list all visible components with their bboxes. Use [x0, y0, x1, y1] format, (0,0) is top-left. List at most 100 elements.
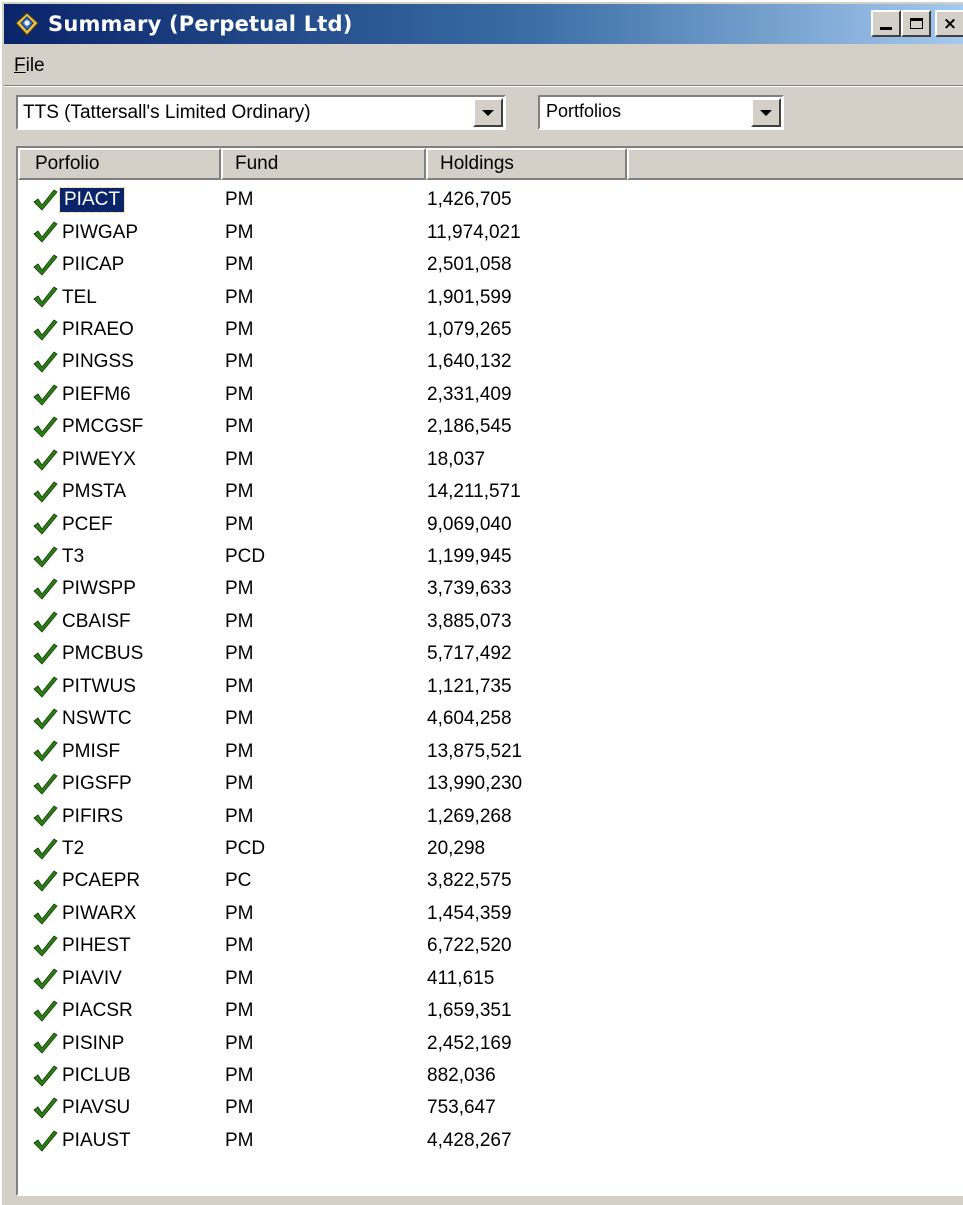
- list-item[interactable]: NSWTC PM 4,604,258: [18, 703, 963, 735]
- portfolio-cell: PCAEPR: [62, 870, 141, 892]
- list-item[interactable]: PICLUB PM 882,036: [18, 1060, 963, 1092]
- portfolio-list[interactable]: Porfolio Fund Holdings PIACT PM 1,426,705 P…: [16, 146, 963, 1196]
- holdings-cell: 2,452,169: [427, 1032, 512, 1054]
- portfolio-cell: PIEFM6: [62, 383, 131, 405]
- holdings-cell: 4,604,258: [427, 708, 512, 730]
- list-item[interactable]: PCAEPR PC 3,822,575: [18, 865, 963, 897]
- fund-cell: PCD: [225, 837, 266, 859]
- menu-file[interactable]: File: [14, 55, 45, 77]
- checkmark-icon: [33, 319, 58, 341]
- holdings-cell: 1,199,945: [427, 546, 512, 568]
- security-select[interactable]: TTS (Tattersall's Limited Ordinary): [16, 95, 506, 130]
- portfolio-cell: PICLUB: [62, 1065, 131, 1087]
- portfolio-cell: PMCGSF: [62, 416, 144, 438]
- minimize-icon: [880, 27, 892, 30]
- checkmark-icon: [33, 416, 58, 438]
- list-item[interactable]: T2 PCD 20,298: [18, 833, 963, 865]
- list-item[interactable]: PIWEYX PM 18,037: [18, 444, 963, 476]
- list-item[interactable]: PIACSR PM 1,659,351: [18, 995, 963, 1027]
- list-item[interactable]: PIAVIV PM 411,615: [18, 963, 963, 995]
- portfolio-cell: CBAISF: [62, 610, 131, 632]
- list-item[interactable]: CBAISF PM 3,885,073: [18, 606, 963, 638]
- close-icon: ×: [942, 13, 958, 34]
- list-item[interactable]: PIAVSU PM 753,647: [18, 1092, 963, 1124]
- list-item[interactable]: PIICAP PM 2,501,058: [18, 249, 963, 281]
- portfolio-cell: PIAUST: [62, 1129, 131, 1151]
- list-item[interactable]: PIAUST PM 4,428,267: [18, 1125, 963, 1157]
- view-select-dropdown-button[interactable]: [751, 98, 781, 127]
- menu-bar: File: [4, 48, 963, 84]
- checkmark-icon: [33, 578, 58, 600]
- list-item[interactable]: TEL PM 1,901,599: [18, 281, 963, 313]
- list-item[interactable]: PMSTA PM 14,211,571: [18, 476, 963, 508]
- holdings-cell: 14,211,571: [427, 481, 521, 503]
- list-item[interactable]: PIACT PM 1,426,705: [18, 184, 963, 216]
- fund-cell: PM: [225, 1129, 254, 1151]
- portfolio-cell: PIWEYX: [62, 448, 136, 470]
- menu-file-accelerator: F: [14, 55, 26, 76]
- list-item[interactable]: PIWGAP PM 11,974,021: [18, 216, 963, 248]
- list-item[interactable]: PCEF PM 9,069,040: [18, 508, 963, 540]
- list-item[interactable]: PINGSS PM 1,640,132: [18, 346, 963, 378]
- checkmark-icon: [33, 740, 58, 763]
- holdings-cell: 1,454,359: [427, 902, 512, 924]
- holdings-cell: 9,069,040: [427, 513, 512, 535]
- checkmark-icon: [33, 611, 58, 633]
- checkmark-icon: [33, 513, 58, 535]
- list-item[interactable]: T3 PCD 1,199,945: [18, 541, 963, 573]
- holdings-cell: 882,036: [427, 1065, 496, 1087]
- holdings-cell: 3,885,073: [427, 610, 512, 632]
- column-header-portfolio[interactable]: Porfolio: [18, 148, 221, 180]
- holdings-cell: 2,186,545: [427, 416, 512, 438]
- minimize-button[interactable]: [871, 10, 901, 37]
- list-item[interactable]: PIGSFP PM 13,990,230: [18, 768, 963, 800]
- menu-separator: [4, 85, 963, 87]
- list-item[interactable]: PIWARX PM 1,454,359: [18, 898, 963, 930]
- portfolio-cell: PIWARX: [62, 902, 137, 924]
- maximize-button[interactable]: [901, 10, 931, 37]
- portfolio-cell: PIWSPP: [62, 578, 136, 600]
- holdings-cell: 4,428,267: [427, 1129, 512, 1151]
- list-item[interactable]: PITWUS PM 1,121,735: [18, 671, 963, 703]
- list-item[interactable]: PISINP PM 2,452,169: [18, 1027, 963, 1059]
- view-select[interactable]: Portfolios: [538, 95, 784, 130]
- summary-window: Summary (Perpetual Ltd) × File TTS (Tatt…: [0, 0, 963, 1205]
- holdings-cell: 5,717,492: [427, 643, 512, 665]
- list-item[interactable]: PIRAEO PM 1,079,265: [18, 314, 963, 346]
- holdings-cell: 18,037: [427, 448, 486, 470]
- list-item[interactable]: PIEFM6 PM 2,331,409: [18, 379, 963, 411]
- fund-cell: PM: [225, 221, 254, 243]
- column-header-holdings[interactable]: Holdings: [426, 148, 627, 180]
- checkmark-icon: [33, 870, 58, 892]
- checkmark-icon: [33, 254, 58, 276]
- holdings-cell: 411,615: [427, 967, 495, 989]
- checkmark-icon: [33, 1000, 58, 1022]
- list-item[interactable]: PIHEST PM 6,722,520: [18, 930, 963, 962]
- menu-file-label: ile: [25, 55, 45, 76]
- checkmark-icon: [33, 1097, 58, 1119]
- portfolio-cell: PCEF: [62, 513, 113, 535]
- list-item[interactable]: PIFIRS PM 1,269,268: [18, 800, 963, 832]
- checkmark-icon: [33, 903, 58, 925]
- list-item[interactable]: PMCGSF PM 2,186,545: [18, 411, 963, 443]
- security-select-dropdown-button[interactable]: [473, 98, 503, 127]
- holdings-cell: 20,298: [427, 837, 486, 859]
- chevron-down-icon: [482, 109, 494, 116]
- list-item[interactable]: PMCBUS PM 5,717,492: [18, 638, 963, 670]
- holdings-cell: 11,974,021: [427, 221, 521, 243]
- window-title: Summary (Perpetual Ltd): [48, 12, 353, 36]
- close-button[interactable]: ×: [935, 10, 963, 37]
- list-item[interactable]: PIWSPP PM 3,739,633: [18, 573, 963, 605]
- app-icon[interactable]: [14, 11, 40, 37]
- fund-cell: PM: [225, 1097, 254, 1119]
- holdings-cell: 13,875,521: [427, 740, 523, 762]
- portfolio-cell: T2: [62, 837, 85, 859]
- holdings-cell: 2,501,058: [427, 254, 512, 276]
- fund-cell: PM: [225, 286, 254, 308]
- column-header-fund[interactable]: Fund: [221, 148, 426, 180]
- checkmark-icon: [33, 805, 58, 827]
- title-bar[interactable]: Summary (Perpetual Ltd) ×: [4, 4, 963, 44]
- fund-cell: PM: [225, 740, 254, 762]
- list-item[interactable]: PMISF PM 13,875,521: [18, 735, 963, 767]
- fund-cell: PM: [225, 383, 254, 405]
